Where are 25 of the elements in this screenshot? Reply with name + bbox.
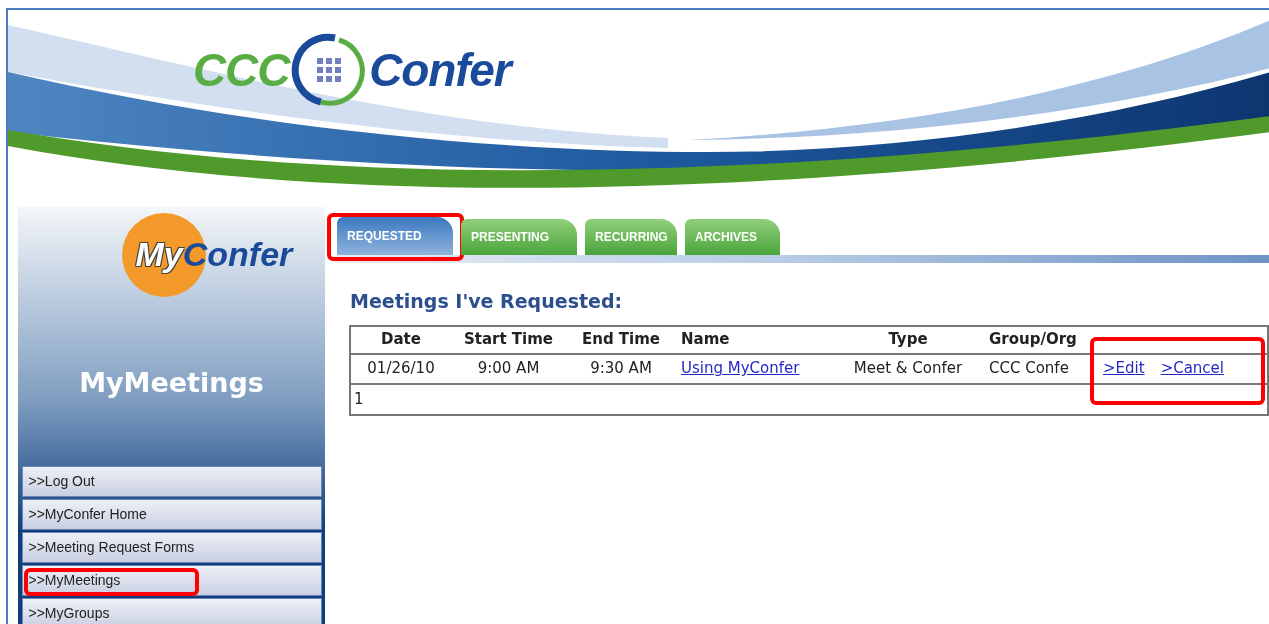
menu-item[interactable]: >>Log Out [21,465,322,497]
logo-text: My [135,237,183,271]
column-header: Date [380,329,422,351]
menu-item[interactable]: >>Meeting Request Forms [21,531,322,563]
grid-circle-icon [291,32,368,108]
action-link[interactable]: >Edit [1103,357,1145,380]
page-number[interactable]: 1 [354,387,364,411]
table-cell-text: CCC Confe [988,358,1070,380]
action-link[interactable]: >Cancel [1160,357,1224,380]
section-heading: Meetings I've Requested: [350,289,624,314]
column-header: Type [887,329,929,351]
column-header: Start Time [462,329,555,351]
table-cell-text: 01/26/10 [366,358,436,380]
meeting-link[interactable]: Using MyConfer [681,359,800,378]
sidebar-title: MyMeetings [79,366,264,400]
menu-item[interactable]: >>MyGroups [21,597,322,624]
column-header: Name [680,329,731,351]
table-cell-text: 9:00 AM [476,358,541,380]
column-header: Group/Org [988,329,1078,351]
menu-item[interactable]: >>MyMeetings [21,564,322,596]
table-cell-text: 9:30 AM [589,358,653,380]
table-cell-text: Meet & Confer [852,358,964,380]
menu-item[interactable]: >>MyConfer Home [21,498,322,530]
column-header: End Time [580,329,662,351]
logo-text: CCC [193,47,290,93]
